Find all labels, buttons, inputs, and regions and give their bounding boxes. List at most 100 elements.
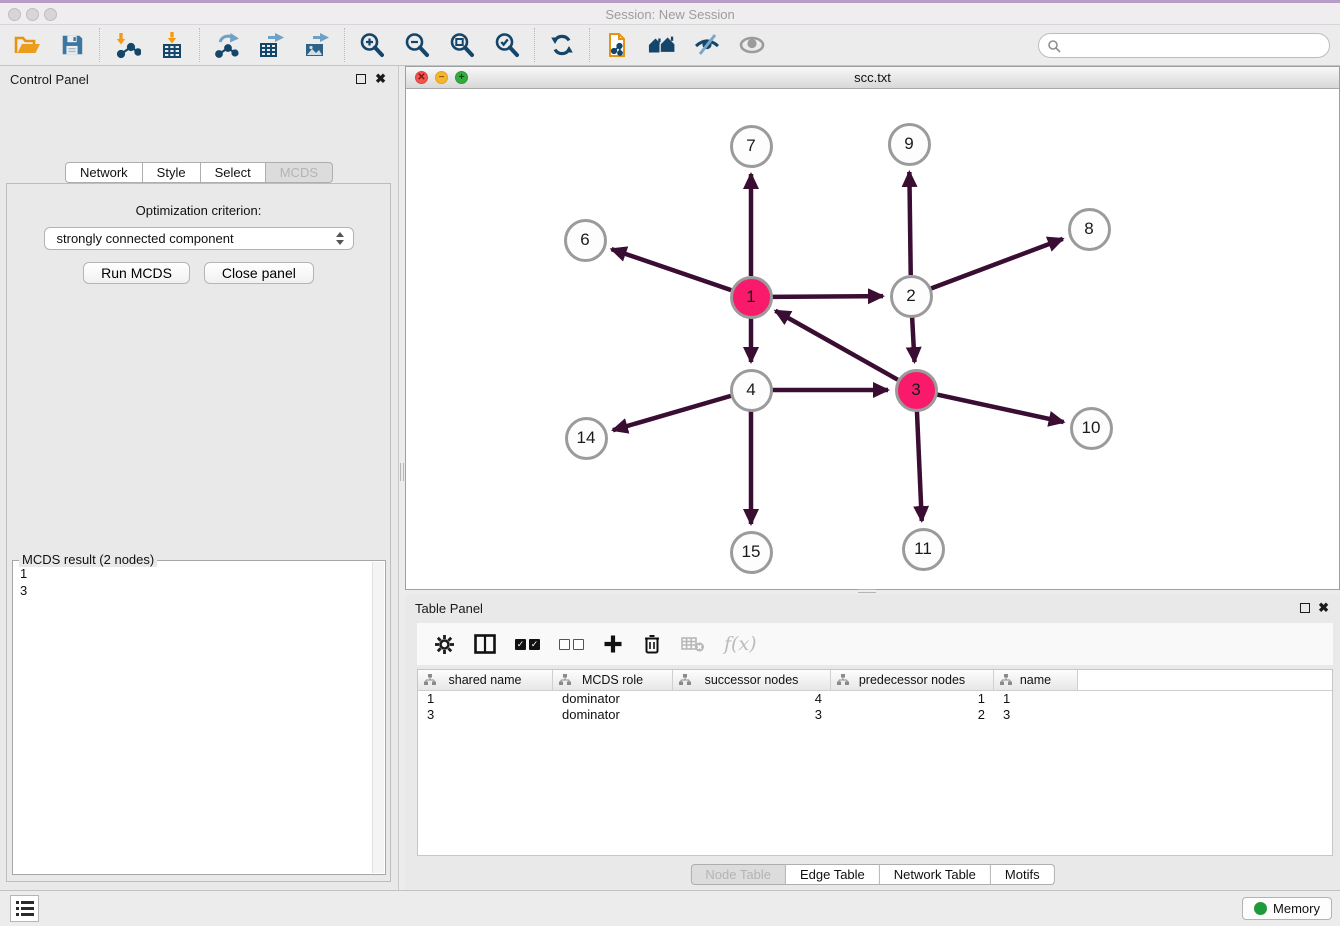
node-table: shared nameMCDS role successor nodes prede…	[417, 669, 1333, 856]
graph-node-3[interactable]: 3	[895, 369, 938, 412]
table-cell[interactable]: 1	[831, 691, 994, 707]
hide-graphics-details-icon[interactable]	[693, 31, 721, 59]
graph-edge-1-6[interactable]	[611, 249, 731, 290]
run-mcds-button[interactable]: Run MCDS	[83, 262, 190, 284]
tab-node-table[interactable]: Node Table	[690, 864, 786, 885]
graph-node-6[interactable]: 6	[564, 219, 607, 262]
network-window-titlebar[interactable]: ✕ − + scc.txt	[406, 67, 1339, 89]
delete-row-icon[interactable]	[642, 632, 662, 656]
hierarchy-icon	[837, 674, 849, 688]
zoom-selected-icon[interactable]	[493, 31, 521, 59]
checked-box-icon: ✓	[529, 639, 540, 650]
graph-node-8[interactable]: 8	[1068, 208, 1111, 251]
column-header-successor-nodes[interactable]: successor nodes	[673, 670, 831, 690]
select-all-icon[interactable]: ✓ ✓	[515, 632, 540, 656]
graph-node-11[interactable]: 11	[902, 528, 945, 571]
zoom-fit-icon[interactable]	[448, 31, 476, 59]
deselect-all-icon[interactable]	[559, 632, 584, 656]
table-mode-icon[interactable]	[434, 632, 455, 656]
float-table-panel-icon[interactable]	[1300, 603, 1310, 613]
close-panel-icon[interactable]: ✖	[375, 71, 386, 87]
table-cell[interactable]: 2	[831, 707, 994, 723]
graph-edge-2-8[interactable]	[931, 239, 1063, 289]
graph-edge-3-1[interactable]	[775, 311, 897, 380]
table-body: 1dominator4113dominator323	[418, 691, 1332, 723]
column-label: successor nodes	[705, 673, 799, 687]
first-neighbors-icon[interactable]	[648, 31, 676, 59]
import-table-icon[interactable]	[158, 31, 186, 59]
float-panel-icon[interactable]	[356, 74, 366, 84]
add-row-icon[interactable]	[603, 632, 623, 656]
unchecked-box-icon	[559, 639, 570, 650]
tab-select[interactable]: Select	[201, 162, 266, 183]
tab-network[interactable]: Network	[65, 162, 143, 183]
tab-motifs[interactable]: Motifs	[991, 864, 1055, 885]
network-canvas[interactable]: 7 9 6 8 1 2 4 3 14 10 15 11	[406, 89, 1339, 589]
close-panel-button[interactable]: Close panel	[204, 262, 314, 284]
task-history-button[interactable]	[10, 895, 39, 922]
export-table-icon[interactable]	[258, 31, 286, 59]
result-scrollbar[interactable]	[372, 562, 384, 873]
table-row[interactable]: 3dominator323	[418, 707, 1332, 723]
table-row[interactable]: 1dominator411	[418, 691, 1332, 707]
graph-node-7[interactable]: 7	[730, 125, 773, 168]
graph-node-10[interactable]: 10	[1070, 407, 1113, 450]
open-session-icon[interactable]	[13, 31, 41, 59]
graph-edge-3-11[interactable]	[917, 411, 922, 521]
control-panel-title: Control Panel	[10, 72, 89, 87]
zoom-out-icon[interactable]	[403, 31, 431, 59]
graph-edge-2-9[interactable]	[909, 172, 910, 275]
graph-edges	[406, 89, 1339, 589]
graph-edge-1-2[interactable]	[772, 296, 883, 297]
mcds-result-group: MCDS result (2 nodes) 1 3	[12, 560, 386, 875]
tab-network-table[interactable]: Network Table	[880, 864, 991, 885]
graph-node-1[interactable]: 1	[730, 276, 773, 319]
table-cell[interactable]: 4	[673, 691, 831, 707]
export-image-icon[interactable]	[303, 31, 331, 59]
tab-mcds[interactable]: MCDS	[266, 162, 333, 183]
mcds-result-text[interactable]: 1 3	[20, 565, 27, 599]
graph-edge-3-10[interactable]	[937, 394, 1064, 422]
table-cell[interactable]: 3	[418, 707, 553, 723]
search-field[interactable]	[1038, 33, 1330, 58]
zoom-in-icon[interactable]	[358, 31, 386, 59]
table-panel-tabs: Node TableEdge TableNetwork TableMotifs	[690, 864, 1054, 885]
tab-edge-table[interactable]: Edge Table	[786, 864, 880, 885]
graph-node-14[interactable]: 14	[565, 417, 608, 460]
status-bar: Memory	[0, 890, 1340, 926]
graph-node-4[interactable]: 4	[730, 369, 773, 412]
refresh-layout-icon[interactable]	[548, 31, 576, 59]
criterion-select[interactable]: strongly connected component	[44, 227, 354, 250]
new-network-from-selection-icon[interactable]	[603, 31, 631, 59]
graph-edge-2-3[interactable]	[912, 317, 914, 362]
table-cell[interactable]: dominator	[553, 691, 673, 707]
tab-style[interactable]: Style	[143, 162, 201, 183]
criterion-value: strongly connected component	[57, 231, 234, 246]
save-session-icon[interactable]	[58, 31, 86, 59]
graph-node-9[interactable]: 9	[888, 123, 931, 166]
table-cell[interactable]: 3	[994, 707, 1078, 723]
column-header-name[interactable]: name	[994, 670, 1078, 690]
memory-button[interactable]: Memory	[1242, 897, 1332, 920]
column-header-predecessor-nodes[interactable]: predecessor nodes	[831, 670, 994, 690]
import-network-icon[interactable]	[113, 31, 141, 59]
table-cell[interactable]: dominator	[553, 707, 673, 723]
function-builder-icon: f(x)	[724, 632, 757, 656]
table-cell[interactable]: 3	[673, 707, 831, 723]
column-header-shared-name[interactable]: shared name	[418, 670, 553, 690]
table-cell[interactable]: 1	[994, 691, 1078, 707]
show-columns-icon[interactable]	[474, 632, 496, 656]
graph-edge-4-14[interactable]	[613, 396, 731, 430]
search-input[interactable]	[1061, 36, 1329, 56]
graph-node-2[interactable]: 2	[890, 275, 933, 318]
column-header-mcds-role[interactable]: MCDS role	[553, 670, 673, 690]
vertical-splitter-grip[interactable]	[400, 463, 404, 481]
export-network-icon[interactable]	[213, 31, 241, 59]
checked-box-icon: ✓	[515, 639, 526, 650]
close-table-panel-icon[interactable]: ✖	[1318, 600, 1329, 616]
mcds-result-title: MCDS result (2 nodes)	[19, 552, 157, 567]
graph-node-15[interactable]: 15	[730, 531, 773, 574]
table-cell[interactable]: 1	[418, 691, 553, 707]
main-toolbar	[0, 25, 1340, 66]
horizontal-splitter-grip[interactable]	[858, 589, 876, 593]
